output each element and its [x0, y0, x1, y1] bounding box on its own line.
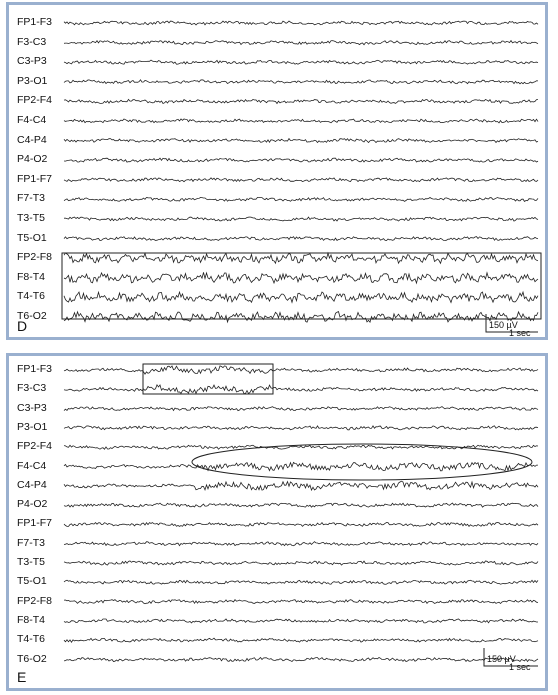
- eeg-trace: [63, 365, 539, 375]
- scale-time-label: 1 sec: [509, 328, 531, 338]
- eeg-trace: [63, 59, 539, 65]
- eeg-trace: [63, 579, 539, 585]
- eeg-trace: [63, 560, 539, 566]
- eeg-trace: [63, 425, 539, 431]
- eeg-trace: [63, 310, 539, 324]
- eeg-trace: [63, 290, 539, 304]
- eeg-trace: [63, 177, 539, 183]
- eeg-trace: [63, 271, 539, 285]
- panel-letter: E: [17, 669, 27, 685]
- eeg-trace: [63, 251, 539, 265]
- eeg-trace: [63, 461, 538, 472]
- eeg-trace: [63, 137, 539, 144]
- eeg-trace: [63, 480, 539, 492]
- panel-letter: D: [17, 318, 28, 334]
- eeg-traces-d: [61, 20, 542, 333]
- eeg-trace: [63, 79, 539, 85]
- eeg-traces-e: [63, 363, 539, 667]
- scale-time-label: 1 sec: [509, 662, 531, 672]
- eeg-trace: [63, 444, 539, 450]
- eeg-trace: [63, 637, 539, 643]
- eeg-trace: [63, 598, 539, 605]
- highlight-box: [61, 252, 542, 320]
- eeg-trace: [63, 383, 539, 395]
- eeg-trace: [63, 196, 539, 202]
- eeg-panel-d: FP1-F3 F3-C3 C3-P3 P3-O1 FP2-F4 F4-C4 C4-P4 P4-…: [6, 2, 548, 340]
- eeg-trace: [63, 618, 538, 624]
- eeg-trace: [63, 656, 539, 663]
- eeg-trace: [63, 502, 539, 508]
- eeg-trace: [63, 20, 539, 26]
- eeg-trace: [63, 406, 539, 412]
- eeg-trace: [63, 98, 538, 105]
- eeg-trace: [63, 39, 539, 46]
- eeg-trace: [63, 118, 539, 124]
- eeg-trace: [63, 216, 539, 222]
- eeg-trace: [63, 541, 539, 547]
- highlight-ellipse: [191, 443, 533, 481]
- eeg-trace: [63, 521, 539, 528]
- eeg-trace: [63, 157, 539, 163]
- eeg-trace: [63, 236, 539, 242]
- eeg-panel-e: FP1-F3 F3-C3 C3-P3 P3-O1 FP2-F4 F4-C4 C4-P4 P4-…: [6, 353, 548, 691]
